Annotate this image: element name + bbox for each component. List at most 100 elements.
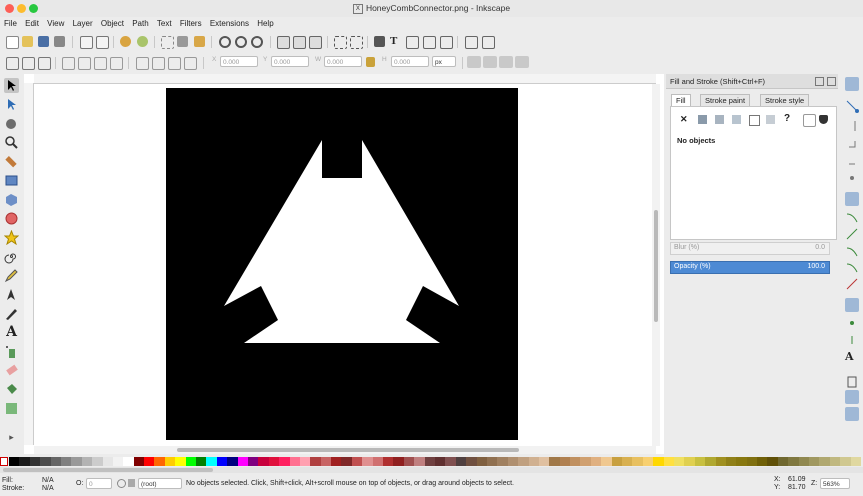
menu-layer[interactable]: Layer [73,17,93,30]
open-folder-icon[interactable] [22,36,33,47]
panel-close-icon[interactable] [827,77,836,86]
color-swatch[interactable] [320,457,332,466]
tab-stroke-paint[interactable]: Stroke paint [700,94,751,106]
layer-lock-icon[interactable] [128,479,135,487]
color-swatch[interactable] [538,457,550,466]
color-swatch[interactable] [570,457,581,466]
color-swatch[interactable] [653,457,665,466]
color-swatch[interactable] [258,457,270,466]
flip-horizontal-icon[interactable] [94,57,107,70]
color-swatch[interactable] [351,457,363,466]
color-swatch[interactable] [507,457,519,466]
color-swatch[interactable] [518,457,529,466]
lower-to-bottom-icon[interactable] [184,57,197,70]
panel-float-icon[interactable] [815,77,824,86]
select-all-layers-icon[interactable] [350,36,363,49]
unset-paint-icon[interactable]: ? [784,113,790,124]
snap-bbox-midpoints-icon[interactable] [845,154,859,168]
raise-icon[interactable] [152,57,165,70]
color-swatch[interactable] [466,457,478,466]
vertical-scrollbar-thumb[interactable] [654,210,658,322]
color-swatch[interactable] [497,457,509,466]
rotate-cw-icon[interactable] [78,57,91,70]
color-swatch[interactable] [175,457,187,466]
mesh-gradient-icon[interactable] [749,115,760,126]
select-in-all-layers-icon[interactable] [22,57,35,70]
blur-slider[interactable]: Blur (%) 0.0 [670,242,830,255]
color-swatch[interactable] [206,457,218,466]
radial-gradient-icon[interactable] [732,115,741,124]
color-swatch[interactable] [50,457,62,466]
snap-grid-icon[interactable] [845,390,859,404]
color-swatch[interactable] [684,457,696,466]
color-swatch[interactable] [829,457,841,466]
color-swatch[interactable] [809,457,820,466]
zoom-drawing-icon[interactable] [235,36,247,48]
snap-bbox-icon[interactable] [845,99,859,113]
w-field[interactable]: 0.000 [324,56,362,67]
color-swatch[interactable] [393,457,405,466]
color-swatch[interactable] [601,457,613,466]
snap-toggle-icon[interactable] [845,77,859,91]
menu-view[interactable]: View [47,17,64,30]
clone-icon[interactable] [309,36,322,49]
group-icon[interactable] [277,36,290,49]
menu-help[interactable]: Help [257,17,273,30]
snap-bbox-centers-icon[interactable] [845,171,859,185]
color-swatch[interactable] [673,457,685,466]
menu-object[interactable]: Object [101,17,124,30]
color-swatch[interactable] [237,457,249,466]
color-swatch[interactable] [362,457,374,466]
flat-color-icon[interactable] [698,115,707,124]
color-swatch[interactable] [580,457,592,466]
color-swatch[interactable] [528,457,540,466]
rectangle-tool-icon[interactable] [4,173,19,188]
color-swatch[interactable] [642,457,654,466]
snap-line-midpoints-icon[interactable] [845,277,859,291]
scale-stroke-icon[interactable] [467,56,481,68]
snap-others-icon[interactable] [845,298,859,312]
color-swatch[interactable] [403,457,415,466]
vertical-scrollbar[interactable] [652,84,660,446]
pen-tool-icon[interactable] [4,287,19,302]
node-tool-icon[interactable] [4,97,19,112]
tweak-tool-icon[interactable] [4,116,19,131]
horizontal-scrollbar-thumb[interactable] [177,448,519,452]
zoom-selection-icon[interactable] [219,36,231,48]
linear-gradient-icon[interactable] [715,115,724,124]
snap-bbox-edges-icon[interactable] [845,119,859,133]
menu-path[interactable]: Path [132,17,148,30]
color-swatch[interactable] [123,457,135,466]
color-swatch[interactable] [331,457,342,466]
color-swatch[interactable] [746,457,758,466]
pattern-icon[interactable] [766,115,775,124]
lower-icon[interactable] [168,57,181,70]
menu-filters[interactable]: Filters [180,17,202,30]
menu-extensions[interactable]: Extensions [210,17,249,30]
color-swatch[interactable] [247,457,259,466]
select-all-icon[interactable] [334,36,347,49]
gradient-tool-icon[interactable] [4,401,19,416]
color-swatch[interactable] [102,457,114,466]
color-swatch[interactable] [757,457,768,466]
snap-bbox-corners-icon[interactable] [845,137,859,151]
color-swatch[interactable] [590,457,602,466]
calligraphy-tool-icon[interactable] [4,306,19,321]
raise-to-top-icon[interactable] [136,57,149,70]
color-swatch[interactable] [29,457,41,466]
snap-smooth-nodes-icon[interactable] [845,260,859,274]
xml-editor-icon[interactable] [406,36,419,49]
lock-icon[interactable] [366,57,375,67]
color-swatch[interactable] [341,457,353,466]
color-swatch[interactable] [268,457,280,466]
new-document-icon[interactable] [6,36,19,49]
color-swatch[interactable] [227,457,239,466]
opacity-short-field[interactable]: 0 [86,478,112,489]
color-swatch[interactable] [414,457,426,466]
palette-scrollbar[interactable] [0,467,863,473]
palette-scrollbar-thumb[interactable] [3,468,213,472]
color-swatch[interactable] [216,457,228,466]
menu-edit[interactable]: Edit [25,17,39,30]
color-swatch[interactable] [279,457,291,466]
current-layer-select[interactable]: (root) [138,478,182,489]
